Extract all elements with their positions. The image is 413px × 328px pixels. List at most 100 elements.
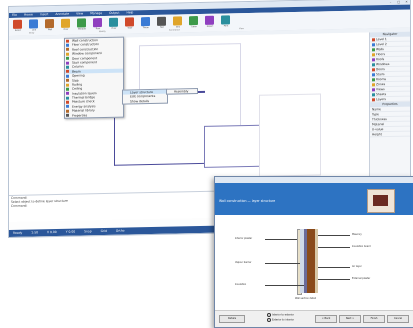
- layer-external-plaster: [315, 229, 318, 293]
- ribbon-button-label: Print: [223, 25, 229, 28]
- ribbon-group-label: Draw: [29, 32, 35, 35]
- drawing-canvas[interactable]: [9, 32, 369, 195]
- menu-item[interactable]: Properties: [65, 112, 123, 118]
- menu-item-icon: [66, 43, 69, 47]
- ribbon-button-icon[interactable]: [221, 15, 230, 25]
- snap-toggle[interactable]: Snap: [84, 228, 92, 235]
- item-icon: [372, 57, 375, 61]
- navigator-row-label: Sheets: [376, 92, 387, 97]
- ribbon-group-label: Modify: [99, 30, 106, 34]
- submenu-level-2: Assembly: [166, 88, 198, 96]
- item-icon: [372, 62, 375, 66]
- ribbon-button-icon[interactable]: [141, 17, 150, 27]
- navigator-row-label: Layers: [376, 97, 386, 102]
- property-row[interactable]: Height: [370, 131, 410, 138]
- cancel-button[interactable]: Cancel: [387, 315, 409, 323]
- ribbon-group-label: View: [239, 28, 244, 31]
- submenu-item[interactable]: Show details: [123, 98, 167, 103]
- menu-item-label: Properties: [72, 112, 88, 118]
- y-coordinate: Y 0.00: [65, 229, 76, 234]
- menu-item-icon: [66, 96, 69, 100]
- menu-item-icon: [66, 113, 69, 118]
- grid-toggle[interactable]: Grid: [101, 228, 107, 235]
- ribbon-button-label: Layer: [191, 26, 197, 29]
- ribbon-button-icon[interactable]: [93, 18, 102, 28]
- context-menu: Wall construction Floor construction Roof …: [64, 36, 124, 119]
- navigator-row-label: Doors: [376, 67, 385, 72]
- navigator-row-label: Zones: [376, 82, 386, 87]
- ribbon-button-label: Window: [78, 28, 86, 31]
- diagram-caption: Wall section detail: [295, 297, 316, 300]
- ribbon-button-label: Wall: [47, 29, 53, 32]
- ribbon-button-label: Stair: [127, 27, 133, 30]
- dialog-header: Wall construction — layer structure: [215, 183, 413, 215]
- callout-label: Interior plaster: [235, 237, 253, 240]
- menu-item-icon: [66, 61, 69, 65]
- navigator-row-label: Level 2: [376, 42, 387, 47]
- callout-label: Air layer: [352, 265, 362, 268]
- scale-value[interactable]: 1:50: [31, 229, 38, 236]
- wall-preview-thumbnail: [367, 189, 395, 213]
- ribbon-button-label: Floor: [111, 27, 117, 30]
- item-icon: [372, 47, 375, 51]
- room-outline[interactable]: [204, 124, 261, 168]
- radio-exterior-to-interior[interactable]: Exterior to interior: [267, 318, 294, 322]
- status-text: Ready: [13, 230, 23, 235]
- ribbon-button-icon[interactable]: [189, 16, 198, 26]
- dialog-heading: Wall construction — layer structure: [219, 199, 276, 203]
- ribbon-button-icon[interactable]: [125, 17, 134, 27]
- menu-item-icon: [66, 78, 69, 82]
- navigator-row-label: Floors: [376, 52, 386, 57]
- menu-item-icon: [66, 83, 69, 87]
- menu-item-icon: [66, 92, 69, 96]
- finish-button[interactable]: Finish: [363, 315, 385, 323]
- callout-label: Insulation board: [352, 245, 371, 248]
- navigator-row-label: Level 1: [376, 37, 387, 42]
- ribbon-button-label: Room: [143, 27, 149, 30]
- ribbon-button-icon[interactable]: [173, 16, 182, 26]
- menu-item-icon: [66, 48, 69, 52]
- navigator-row-label: Roofs: [376, 57, 385, 62]
- ribbon-button-icon[interactable]: [29, 19, 38, 29]
- ribbon-button-label: Select: [14, 29, 22, 32]
- menu-item-icon: [66, 100, 69, 104]
- callout-label: Insulation: [235, 283, 247, 286]
- menu-item-icon: [66, 52, 69, 56]
- submenu: Layer structure Edit components Show detai…: [122, 88, 168, 105]
- navigator-row-label: Rooms: [376, 77, 387, 82]
- ribbon-button-icon[interactable]: [45, 19, 54, 29]
- ortho-toggle[interactable]: Ortho: [116, 228, 125, 235]
- navigator-row-label: Stairs: [376, 72, 385, 77]
- menu-item-icon: [66, 109, 69, 113]
- item-icon: [372, 42, 375, 46]
- menu-item-icon: [66, 39, 69, 43]
- item-icon: [372, 52, 375, 56]
- ribbon-button-icon[interactable]: [157, 16, 166, 26]
- item-icon: [372, 97, 375, 101]
- radio-interior-to-exterior[interactable]: Interior to exterior: [267, 313, 294, 317]
- callout-label: External plaster: [352, 277, 371, 280]
- navigator-row-label: Windows: [376, 62, 390, 67]
- details-button[interactable]: Details: [219, 315, 245, 323]
- next-button[interactable]: Next >: [339, 315, 361, 323]
- ribbon-button-icon[interactable]: [109, 17, 118, 27]
- back-button[interactable]: < Back: [315, 315, 337, 323]
- callout-line: [318, 235, 350, 236]
- ribbon-group-label: Annotation: [169, 29, 180, 32]
- ribbon-button-icon[interactable]: [13, 19, 22, 29]
- menu-item-icon: [66, 56, 69, 60]
- callout-label: Vapour barrier: [235, 261, 252, 264]
- ribbon-button-icon[interactable]: [205, 15, 214, 25]
- menu-item-icon: [66, 70, 69, 74]
- menu-item-icon: [66, 74, 69, 78]
- callout-line: [318, 267, 350, 268]
- menu-item-icon: [66, 87, 69, 91]
- navigator-row-label: Views: [376, 87, 385, 92]
- submenu-item[interactable]: Assembly: [167, 89, 197, 94]
- callout-line: [318, 279, 350, 280]
- item-icon: [372, 82, 375, 86]
- ribbon-button-icon[interactable]: [61, 18, 70, 28]
- callout-label: Masonry: [352, 233, 362, 236]
- navigator-row-label: Walls: [376, 47, 384, 52]
- ribbon-button-icon[interactable]: [77, 18, 86, 28]
